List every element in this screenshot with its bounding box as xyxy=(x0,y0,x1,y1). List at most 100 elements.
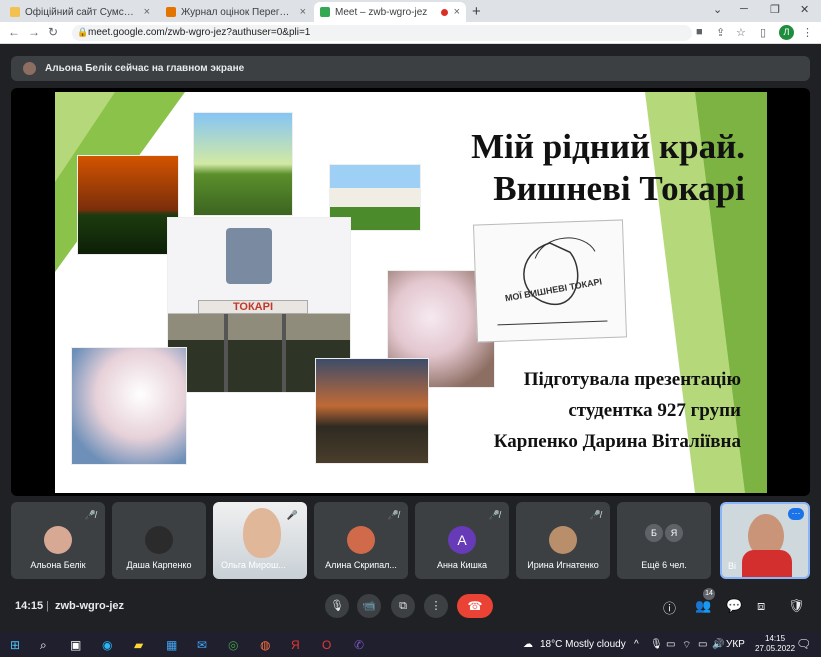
present-screen-button[interactable]: ⧉ xyxy=(391,594,415,618)
network-icon[interactable]: ▭ xyxy=(666,639,675,650)
site-favicon-icon xyxy=(10,7,20,17)
slide-title: Мій рідний край. Вишневі Токарі xyxy=(471,127,745,208)
postcard-image: МОЇ ВИШНЕВІ ТОКАРІ xyxy=(472,219,628,343)
host-controls-icon[interactable]: 🛡 xyxy=(788,598,805,614)
yandex-icon[interactable]: Я xyxy=(291,638,300,652)
avatar: Б xyxy=(645,524,663,542)
meeting-info-icon[interactable]: ⓘ xyxy=(663,598,676,617)
notifications-icon[interactable]: 🗨 xyxy=(796,637,811,651)
tab-meet[interactable]: Meet – zwb-wgro-jez × xyxy=(314,2,466,22)
browser-tab-strip: Офіційний сайт Сумського дер × Журнал оц… xyxy=(0,0,821,22)
system-clock[interactable]: 14:15 27.05.2022 xyxy=(755,634,795,654)
participant-tile[interactable]: 🎤̸ А Анна Кишка xyxy=(415,502,509,579)
side-panel-icon[interactable]: ▯ xyxy=(760,26,766,39)
mic-off-icon: 🎤̸ xyxy=(488,510,500,520)
presentation-slide: ТОКАРІ МОЇ ВИШНЕВІ ТОКАРІ Мій рідний кра… xyxy=(55,92,767,493)
more-options-button[interactable]: ⋮ xyxy=(424,594,448,618)
display-icon[interactable]: ▭ xyxy=(698,639,707,650)
chrome-icon[interactable]: ◎ xyxy=(228,638,238,652)
people-icon[interactable]: 👥 xyxy=(695,598,711,614)
address-toolbar: ← → ↻ 🔒 meet.google.com/zwb-wgro-jez?aut… xyxy=(0,22,821,44)
mic-tray-icon: 🎙 xyxy=(650,639,663,650)
volume-icon[interactable]: 🔊 xyxy=(712,639,724,650)
avatar xyxy=(44,526,72,554)
profile-avatar[interactable]: Л xyxy=(779,25,794,40)
presenter-avatar xyxy=(23,62,36,75)
self-video-tile[interactable]: Ві ··· xyxy=(720,502,810,579)
menu-icon[interactable]: ⋮ xyxy=(802,26,813,39)
search-icon[interactable]: ⌕ xyxy=(40,638,47,653)
close-tab-icon[interactable]: × xyxy=(144,6,150,18)
new-tab-button[interactable]: + xyxy=(472,3,481,20)
edge-icon[interactable]: ◉ xyxy=(102,638,112,652)
tray-chevron-icon[interactable]: ^ xyxy=(634,639,639,650)
avatar xyxy=(145,526,173,554)
camera-in-use-icon[interactable]: ■ xyxy=(696,26,703,38)
sunset-sky-photo xyxy=(315,358,429,464)
close-tab-icon[interactable]: × xyxy=(300,6,306,18)
mail-icon[interactable]: ✉ xyxy=(197,638,207,652)
journal-favicon-icon xyxy=(166,7,176,17)
forward-icon[interactable]: → xyxy=(28,25,40,39)
meeting-code: zwb-wgro-jez xyxy=(55,600,125,612)
reload-icon[interactable]: ↻ xyxy=(48,25,58,39)
end-call-button[interactable]: ☎ xyxy=(457,594,493,618)
tab-official-site[interactable]: Офіційний сайт Сумського дер × xyxy=(4,2,156,22)
store-icon[interactable]: ▦ xyxy=(166,638,177,652)
participant-tile[interactable]: Даша Карпенко xyxy=(112,502,206,579)
avatar: А xyxy=(448,526,476,554)
microphone-button[interactable]: 🎙 xyxy=(325,594,349,618)
bookmark-star-icon[interactable]: ☆ xyxy=(736,26,746,39)
slide-author: Підготувала презентацію студентка 927 гр… xyxy=(493,369,741,452)
sunset-field-photo xyxy=(77,155,179,255)
participant-tile[interactable]: 🎤̸ Ирина Игнатенко xyxy=(516,502,610,579)
windows-taskbar: ⊞ ⌕ ▣ ◉ ▰ ▦ ✉ ◎ ◍ Я O ✆ ☁ 18°C Mostly cl… xyxy=(0,632,821,657)
maximize-button[interactable]: ❐ xyxy=(770,3,780,16)
weather-icon[interactable]: ☁ xyxy=(523,639,533,650)
tab-search-icon[interactable]: ⌄ xyxy=(713,3,722,16)
tab-journal[interactable]: Журнал оцінок Перегляд × xyxy=(160,2,312,22)
avatar xyxy=(549,526,577,554)
activities-icon[interactable]: ⧈ xyxy=(757,598,765,614)
participant-video-tile[interactable]: 🎤̸ Ольга Мирош... xyxy=(213,502,307,579)
close-window-button[interactable]: ✕ xyxy=(800,3,809,16)
participant-tile[interactable]: 🎤̸ Алина Скрипал... xyxy=(314,502,408,579)
chat-icon[interactable]: 💬 xyxy=(726,598,742,614)
separator: | xyxy=(46,600,49,612)
back-icon[interactable]: ← xyxy=(8,25,20,39)
wifi-icon[interactable]: ⌔ xyxy=(682,639,691,652)
close-tab-icon[interactable]: × xyxy=(454,6,460,18)
firefox-icon[interactable]: ◍ xyxy=(260,638,270,652)
postcard-drawing xyxy=(497,237,608,326)
recording-dot-icon xyxy=(440,8,448,16)
meeting-time: 14:15 xyxy=(15,600,44,612)
village-sign-label: ТОКАРІ xyxy=(198,300,308,314)
camera-button[interactable]: 📹 xyxy=(357,594,381,618)
avatar xyxy=(347,526,375,554)
more-options-button[interactable]: ··· xyxy=(788,508,804,520)
weather-text[interactable]: 18°C Mostly cloudy xyxy=(540,639,626,650)
participant-face xyxy=(243,508,281,558)
language-indicator[interactable]: УКР xyxy=(726,639,745,650)
lock-icon: 🔒 xyxy=(77,27,89,37)
file-explorer-icon[interactable]: ▰ xyxy=(134,638,143,652)
mic-off-icon: 🎤̸ xyxy=(589,510,601,520)
meet-favicon-icon xyxy=(320,7,330,17)
start-icon[interactable]: ⊞ xyxy=(10,638,20,652)
more-participants-tile[interactable]: Б Я Ещё 6 чел. xyxy=(617,502,711,579)
task-view-icon[interactable]: ▣ xyxy=(70,638,81,652)
mic-off-icon: 🎤̸ xyxy=(286,510,298,520)
url-field[interactable]: 🔒 meet.google.com/zwb-wgro-jez?authuser=… xyxy=(72,25,692,41)
mic-off-icon: 🎤̸ xyxy=(387,510,399,520)
share-icon[interactable]: ⇪ xyxy=(716,26,725,39)
opera-icon[interactable]: O xyxy=(322,638,331,652)
minimize-button[interactable]: ─ xyxy=(740,3,748,15)
viber-icon[interactable]: ✆ xyxy=(354,638,364,652)
mic-off-icon: 🎤̸ xyxy=(84,510,96,520)
blossom-branches-photo xyxy=(71,347,187,465)
village-trees-photo xyxy=(193,112,293,216)
avatar: Я xyxy=(665,524,683,542)
presenting-banner: Альона Белік сейчас на главном экране xyxy=(11,56,810,81)
participant-tile[interactable]: 🎤̸ Альона Белік xyxy=(11,502,105,579)
participant-count-badge: 14 xyxy=(703,588,715,600)
